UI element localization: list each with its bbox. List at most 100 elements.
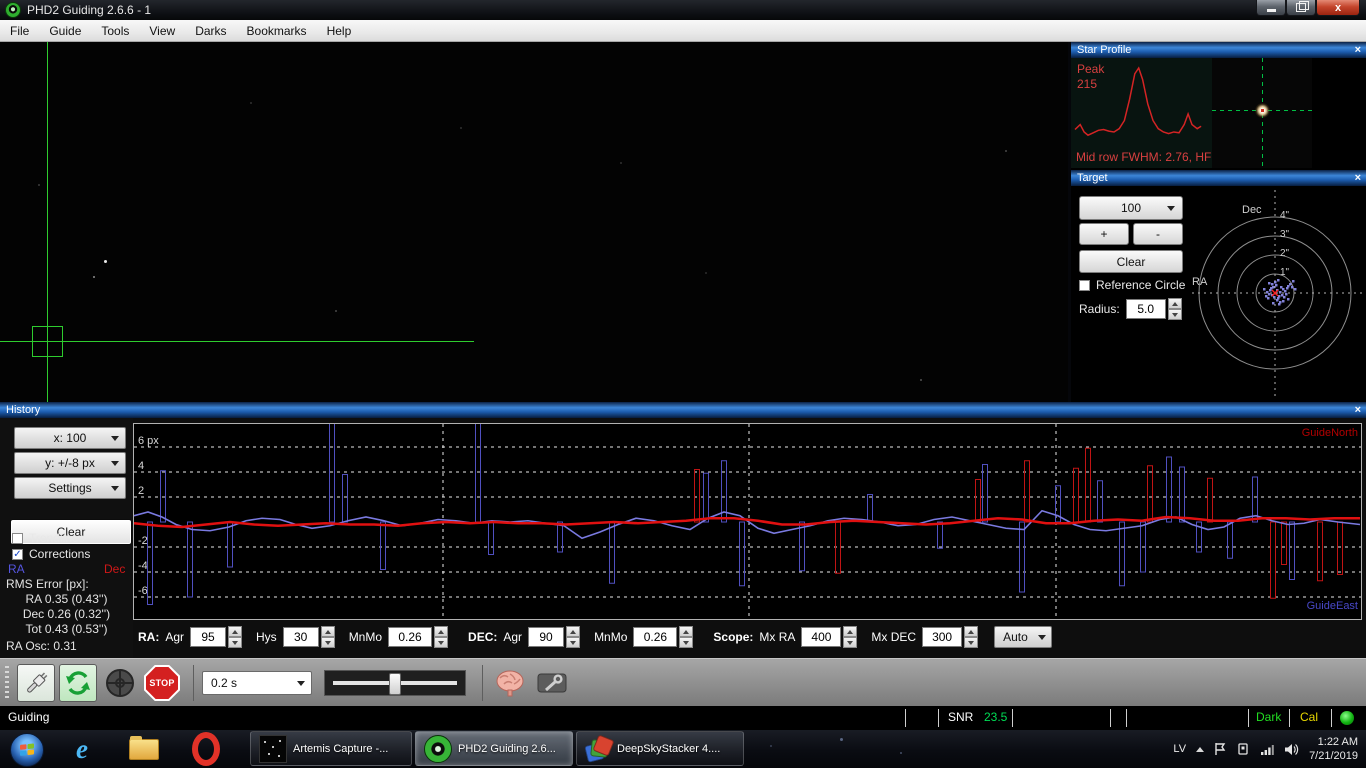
restore-button[interactable] [1286, 0, 1316, 16]
dec-aggression-label: Agr [503, 630, 522, 644]
reference-circle-checkbox[interactable] [1079, 280, 1090, 291]
dec-minmove-spinner[interactable] [679, 626, 693, 648]
target-zoom-in-button[interactable]: + [1079, 223, 1129, 245]
target-zoom-out-button[interactable]: - [1133, 223, 1183, 245]
close-icon: x [1335, 2, 1341, 14]
guide-camera-image[interactable] [0, 42, 1068, 402]
menu-tools[interactable]: Tools [91, 20, 139, 42]
advanced-settings-button[interactable] [491, 664, 529, 702]
remove-hardware-icon[interactable] [1236, 742, 1250, 756]
radius-input[interactable]: 5.0 [1126, 299, 1166, 319]
star [460, 127, 462, 129]
target-titlebar[interactable]: Target × [1071, 170, 1366, 186]
taskbar-clock[interactable]: 1:22 AM 7/21/2019 [1309, 735, 1358, 763]
menu-bookmarks[interactable]: Bookmarks [237, 20, 317, 42]
show-hidden-icons-icon[interactable] [1196, 747, 1204, 752]
trendlines-checkbox[interactable] [12, 533, 23, 544]
scatter-point [1266, 291, 1269, 294]
internet-explorer-button[interactable]: e [62, 735, 102, 763]
taskbar-app-label: Artemis Capture -... [293, 743, 388, 755]
taskbar-app-artemis[interactable]: Artemis Capture -... [250, 731, 412, 766]
target-zoom-dropdown[interactable]: 100 [1079, 196, 1183, 220]
ra-aggression-spinner[interactable] [228, 626, 242, 648]
dec-guide-mode-dropdown[interactable]: Auto [994, 626, 1052, 648]
ra-aggression-input[interactable]: 95 [190, 627, 226, 647]
correction-bar-ra [704, 473, 709, 522]
taskbar-app-deepskystacker[interactable]: DeepSkyStacker 4.... [576, 731, 744, 766]
star-profile-close-icon[interactable]: × [1355, 43, 1361, 57]
correction-bar-dec [1074, 468, 1079, 522]
ra-aggression-label: Agr [165, 630, 184, 644]
camera-settings-button[interactable] [533, 664, 571, 702]
exposure-duration-dropdown[interactable]: 0.2 s [202, 671, 312, 695]
taskbar-app-phd2[interactable]: PHD2 Guiding 2.6... [415, 731, 573, 766]
action-center-flag-icon[interactable] [1214, 742, 1226, 756]
gamma-slider[interactable] [324, 670, 466, 696]
target-pane: Target × 100 + - Clear Reference Circle … [1071, 170, 1366, 400]
max-dec-input[interactable]: 300 [922, 627, 962, 647]
close-button[interactable]: x [1316, 0, 1360, 16]
speaker-icon[interactable] [1284, 743, 1299, 756]
scatter-point [1283, 296, 1286, 299]
chevron-down-icon [111, 436, 119, 441]
history-close-icon[interactable]: × [1355, 403, 1361, 417]
y-scale-dropdown[interactable]: y: +/-8 px [14, 452, 126, 474]
network-signal-icon[interactable] [1260, 743, 1274, 756]
menu-darks[interactable]: Darks [185, 20, 236, 42]
correction-bar-ra [1290, 522, 1295, 580]
menu-file[interactable]: File [0, 20, 39, 42]
dec-minmove-input[interactable]: 0.26 [633, 627, 677, 647]
system-tray: LV 1:22 AM 7/21/2019 [1173, 730, 1358, 768]
menu-guide[interactable]: Guide [39, 20, 91, 42]
correction-bar-ra [740, 522, 745, 586]
hysteresis-spinner[interactable] [321, 626, 335, 648]
minimize-button[interactable] [1256, 0, 1286, 16]
scatter-point [1294, 288, 1297, 291]
scatter-point [1284, 290, 1287, 293]
correction-bar-ra [1167, 457, 1172, 522]
ra-axis-label: RA [1192, 276, 1207, 288]
chevron-down-icon [1167, 206, 1175, 211]
scatter-point [1265, 295, 1268, 298]
target-close-icon[interactable]: × [1355, 171, 1361, 185]
target-clear-button[interactable]: Clear [1079, 250, 1183, 273]
file-explorer-button[interactable] [124, 735, 164, 763]
star-profile-titlebar[interactable]: Star Profile × [1071, 42, 1366, 58]
target-zoom-value: 100 [1121, 201, 1141, 215]
start-button[interactable] [10, 733, 44, 767]
history-titlebar[interactable]: History × [0, 402, 1366, 418]
slider-handle[interactable] [389, 673, 401, 695]
clock-time: 1:22 AM [1309, 735, 1358, 749]
taskbar-app-label: PHD2 Guiding 2.6... [458, 743, 556, 755]
correction-bar-ra [1020, 522, 1025, 592]
loop-exposures-button[interactable] [59, 664, 97, 702]
stop-button[interactable]: STOP [143, 664, 181, 702]
ra-params-label: RA: [138, 630, 159, 644]
corrections-checkbox[interactable]: ✓ [12, 549, 23, 560]
correction-bar-ra [381, 522, 386, 570]
max-ra-input[interactable]: 400 [801, 627, 841, 647]
language-indicator[interactable]: LV [1173, 743, 1186, 755]
star [1005, 150, 1007, 152]
settings-dropdown[interactable]: Settings [14, 477, 126, 499]
max-dec-spinner[interactable] [964, 626, 978, 648]
connect-equipment-button[interactable] [17, 664, 55, 702]
star-profile-pane: Star Profile × Peak 215 Mid row FWHM: 2.… [1071, 42, 1366, 168]
opera-button[interactable] [186, 735, 226, 763]
max-ra-spinner[interactable] [843, 626, 857, 648]
hysteresis-input[interactable]: 30 [283, 627, 319, 647]
opera-icon [192, 732, 220, 766]
toolbar-gripper[interactable] [5, 666, 9, 700]
menu-help[interactable]: Help [317, 20, 362, 42]
dec-aggression-spinner[interactable] [566, 626, 580, 648]
x-scale-dropdown[interactable]: x: 100 [14, 427, 126, 449]
ra-minmove-input[interactable]: 0.26 [388, 627, 432, 647]
guide-button[interactable] [101, 664, 139, 702]
menu-view[interactable]: View [139, 20, 185, 42]
correction-bar-ra [161, 471, 166, 522]
deepskystacker-icon [585, 736, 611, 762]
folder-icon [129, 739, 159, 760]
dec-aggression-input[interactable]: 90 [528, 627, 564, 647]
ra-minmove-spinner[interactable] [434, 626, 448, 648]
radius-spinner[interactable] [1168, 298, 1182, 320]
